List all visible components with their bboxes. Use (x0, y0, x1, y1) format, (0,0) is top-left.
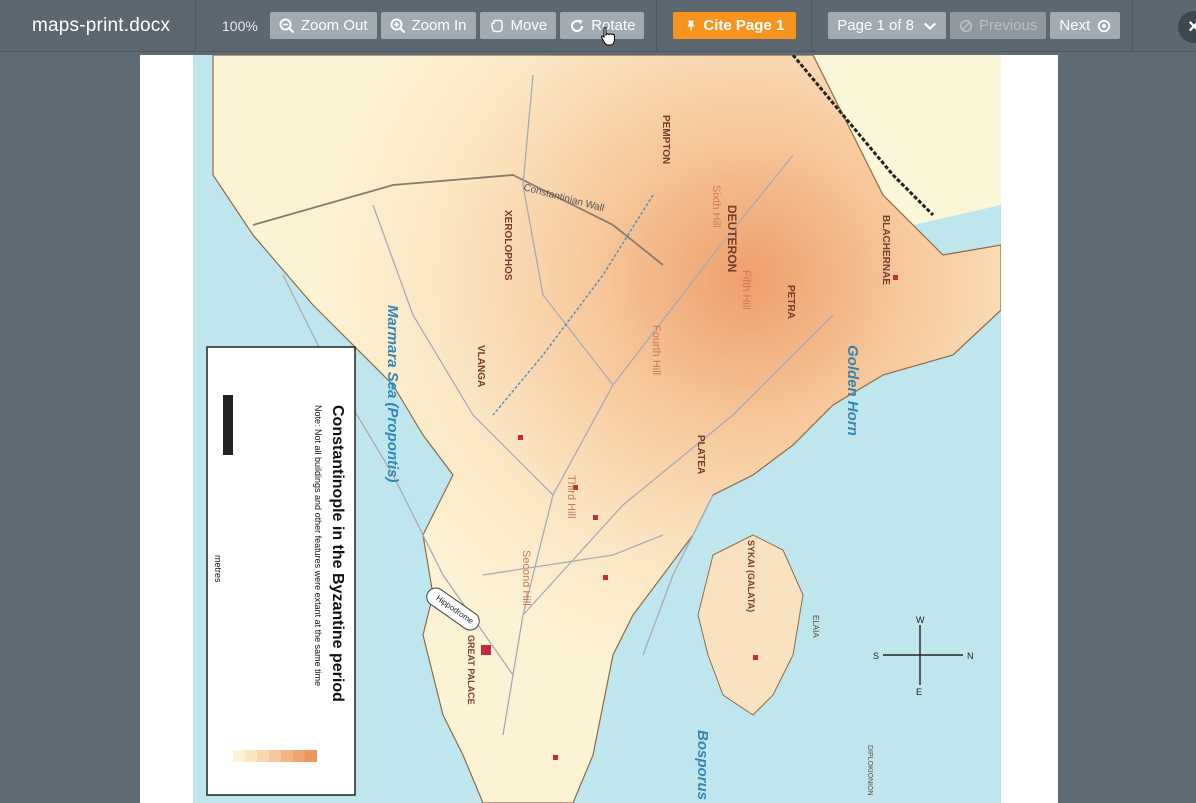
scale-bar (223, 395, 233, 455)
cite-page-label: Cite Page 1 (703, 17, 785, 34)
compass-n: N (967, 651, 974, 661)
page-select[interactable]: Page 1 of 8 (828, 12, 947, 39)
region-petra: PETRA (785, 285, 796, 319)
region-xerolophos: XEROLOPHOS (502, 210, 513, 281)
region-sykai: SYKAI (GALATA) (746, 540, 756, 612)
move-button[interactable]: Move (479, 12, 557, 39)
cite-page-button[interactable]: Cite Page 1 (673, 12, 797, 39)
map-legend: Constantinople in the Byzantine period N… (206, 346, 356, 796)
scale-unit: metres (213, 555, 223, 583)
compass-s: S (873, 651, 879, 661)
zoom-out-icon (279, 18, 295, 33)
pin-icon (687, 20, 696, 31)
close-button[interactable]: × (1178, 11, 1196, 43)
region-blachernae: BLACHERNAE (880, 215, 891, 285)
previous-label: Previous (979, 17, 1038, 34)
zoom-in-button[interactable]: Zoom In (380, 12, 476, 39)
region-deuteron: DEUTERON (725, 205, 739, 272)
elevation-legend (233, 750, 317, 762)
next-label: Next (1059, 17, 1091, 34)
constantinople-map[interactable]: Hippodrome Marmara Sea (Propontis) Golde… (193, 55, 1001, 803)
next-page-button[interactable]: Next (1050, 12, 1121, 39)
mouse-cursor (600, 27, 615, 46)
hill-seventh: Sixth Hill (710, 185, 722, 228)
rotate-icon (571, 19, 584, 32)
compass-e: E (916, 687, 922, 697)
golden-horn-label: Golden Horn (844, 345, 861, 436)
map-title: Constantinople in the Byzantine period (329, 405, 346, 702)
zoom-level: 100% (222, 17, 258, 34)
toolbar-divider (195, 0, 196, 52)
bosporus-label: Bosporus (694, 730, 711, 800)
hill-fourth: Fourth Hill (650, 325, 662, 375)
region-diplokionion: DIPLOKIONION (866, 745, 873, 796)
region-elaia: ELAIA (811, 615, 820, 638)
close-icon: × (1188, 15, 1196, 38)
compass-w: W (916, 615, 925, 625)
circle-arrow-icon (1098, 19, 1111, 32)
zoom-out-label: Zoom Out (300, 17, 368, 34)
region-pempton: PEMPTON (660, 115, 671, 164)
region-vlanga: VLANGA (475, 345, 486, 387)
chevron-down-icon (924, 22, 937, 30)
sea-label: Marmara Sea (Propontis) (384, 305, 401, 483)
ban-icon (959, 19, 973, 32)
hill-fifth: Fifth Hill (740, 270, 752, 310)
move-label: Move (510, 17, 548, 34)
toolbar-divider (656, 0, 658, 52)
region-great-palace: GREAT PALACE (466, 635, 476, 705)
hill-third: Third Hill (565, 475, 577, 518)
hill-second: Second Hill (520, 550, 532, 606)
document-filename: maps-print.docx (32, 14, 171, 36)
toolbar-divider (1132, 0, 1134, 52)
zoom-in-icon (390, 18, 405, 33)
zoom-in-label: Zoom In (411, 17, 467, 34)
document-page: Hippodrome Marmara Sea (Propontis) Golde… (140, 55, 1058, 803)
previous-page-button[interactable]: Previous (950, 12, 1047, 39)
region-platea: PLATEA (695, 435, 706, 474)
hand-icon (490, 19, 503, 32)
zoom-out-button[interactable]: Zoom Out (269, 12, 377, 39)
viewer-toolbar: maps-print.docx 100% Zoom Out Zoom In Mo… (0, 0, 1196, 52)
map-note: Note: Not all buildings and other featur… (313, 405, 323, 686)
page-indicator: Page 1 of 8 (837, 17, 915, 34)
toolbar-divider (811, 0, 813, 52)
